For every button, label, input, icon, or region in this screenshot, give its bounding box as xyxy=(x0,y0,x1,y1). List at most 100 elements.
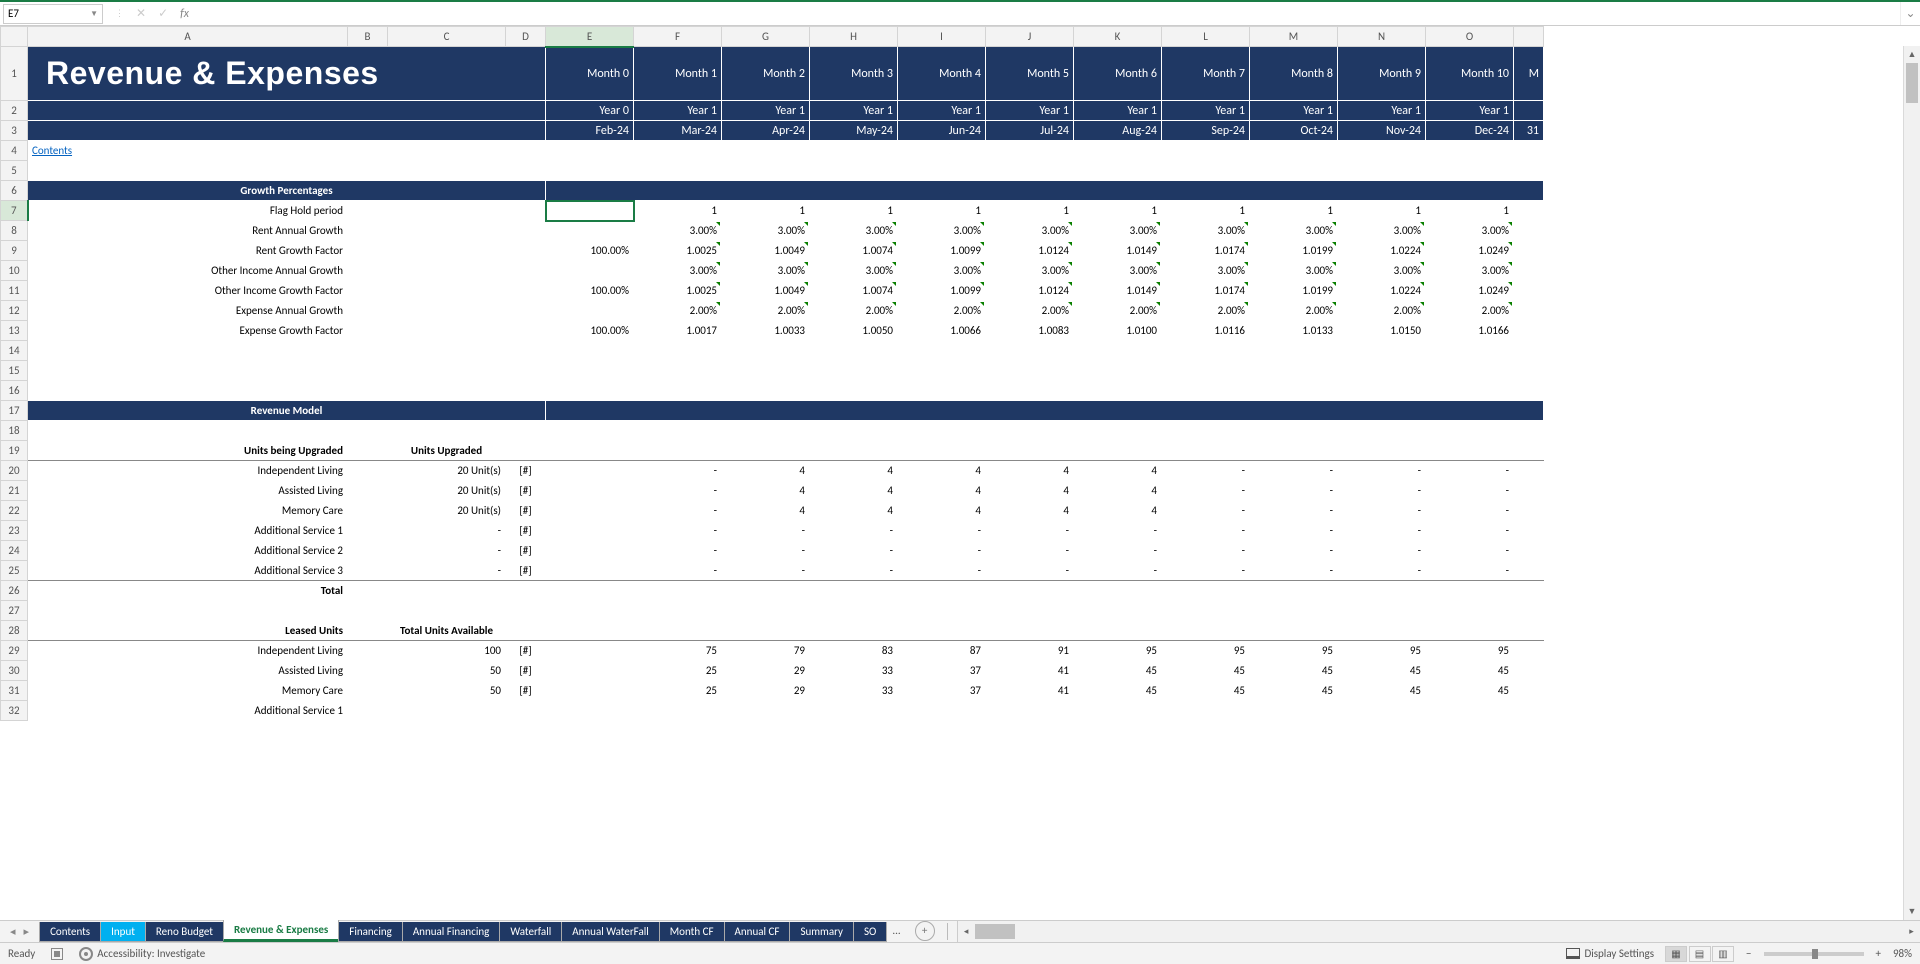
cell-I21[interactable]: 4 xyxy=(898,481,986,501)
cell-F30[interactable]: 25 xyxy=(634,661,722,681)
cell-O24[interactable]: - xyxy=(1426,541,1514,561)
cell-H12[interactable]: 2.00% xyxy=(810,301,898,321)
cell-H11[interactable]: 1.0074 xyxy=(810,281,898,301)
cell-H25[interactable]: - xyxy=(810,561,898,581)
column-header-L[interactable]: L xyxy=(1162,27,1250,47)
cell-M32[interactable] xyxy=(1250,701,1338,721)
cell-E30[interactable] xyxy=(546,661,634,681)
cell-J29[interactable]: 91 xyxy=(986,641,1074,661)
cell-M10[interactable]: 3.00% xyxy=(1250,261,1338,281)
cell-N10[interactable]: 3.00% xyxy=(1338,261,1426,281)
macro-record-icon[interactable] xyxy=(51,948,63,960)
cell-I30[interactable]: 37 xyxy=(898,661,986,681)
cell-E13[interactable]: 100.00% xyxy=(546,321,634,341)
zoom-slider[interactable] xyxy=(1764,952,1864,956)
row-header-29[interactable]: 29 xyxy=(1,641,28,661)
cell-M21[interactable]: - xyxy=(1250,481,1338,501)
cell-J21[interactable]: 4 xyxy=(986,481,1074,501)
cell-L23[interactable]: - xyxy=(1162,521,1250,541)
cell-F7[interactable]: 1 xyxy=(634,201,722,221)
cell-N7[interactable]: 1 xyxy=(1338,201,1426,221)
cell-G23[interactable]: - xyxy=(722,521,810,541)
cell-E23[interactable] xyxy=(546,521,634,541)
view-normal-icon[interactable]: ▦ xyxy=(1665,946,1687,962)
row-20-C[interactable]: 20 Unit(s) xyxy=(388,461,506,481)
row-header-30[interactable]: 30 xyxy=(1,661,28,681)
cell-H13[interactable]: 1.0050 xyxy=(810,321,898,341)
cell-N25[interactable]: - xyxy=(1338,561,1426,581)
row-header-3[interactable]: 3 xyxy=(1,121,28,141)
cell-O13[interactable]: 1.0166 xyxy=(1426,321,1514,341)
row-header-19[interactable]: 19 xyxy=(1,441,28,461)
cell-I10[interactable]: 3.00% xyxy=(898,261,986,281)
cell-E25[interactable] xyxy=(546,561,634,581)
row-header-6[interactable]: 6 xyxy=(1,181,28,201)
cell-I24[interactable]: - xyxy=(898,541,986,561)
row-23-C[interactable]: - xyxy=(388,521,506,541)
column-header-N[interactable]: N xyxy=(1338,27,1426,47)
row-header-4[interactable]: 4 xyxy=(1,141,28,161)
cell-I20[interactable]: 4 xyxy=(898,461,986,481)
cell-J13[interactable]: 1.0083 xyxy=(986,321,1074,341)
sheet-tab-annual-cf[interactable]: Annual CF xyxy=(724,922,791,942)
name-box-dropdown-icon[interactable]: ▼ xyxy=(90,9,98,19)
zoom-in-button[interactable]: + xyxy=(1876,947,1881,960)
spreadsheet-grid[interactable]: ABCDEFGHIJKLMNO 1Revenue & ExpensesMonth… xyxy=(0,26,1920,920)
cell-J30[interactable]: 41 xyxy=(986,661,1074,681)
cell-I23[interactable]: - xyxy=(898,521,986,541)
view-page-layout-icon[interactable]: ▤ xyxy=(1689,946,1711,962)
tab-overflow[interactable]: ... xyxy=(886,921,906,942)
cell-I13[interactable]: 1.0066 xyxy=(898,321,986,341)
cell-N20[interactable]: - xyxy=(1338,461,1426,481)
cell-O31[interactable]: 45 xyxy=(1426,681,1514,701)
tab-split-handle[interactable] xyxy=(947,923,953,940)
row-header-15[interactable]: 15 xyxy=(1,361,28,381)
cell-O11[interactable]: 1.0249 xyxy=(1426,281,1514,301)
cell-E10[interactable] xyxy=(546,261,634,281)
dropdown-icon[interactable]: ⋮ xyxy=(115,8,124,19)
cell-K8[interactable]: 3.00% xyxy=(1074,221,1162,241)
sheet-tab-revenue-expenses[interactable]: Revenue & Expenses xyxy=(223,920,339,942)
cell-E12[interactable] xyxy=(546,301,634,321)
cell-N31[interactable]: 45 xyxy=(1338,681,1426,701)
cell-K31[interactable]: 45 xyxy=(1074,681,1162,701)
cell-J31[interactable]: 41 xyxy=(986,681,1074,701)
sheet-tab-input[interactable]: Input xyxy=(100,922,146,942)
cell-G20[interactable]: 4 xyxy=(722,461,810,481)
cell-O22[interactable]: - xyxy=(1426,501,1514,521)
cell-L24[interactable]: - xyxy=(1162,541,1250,561)
column-header-A[interactable]: A xyxy=(28,27,348,47)
cell-K23[interactable]: - xyxy=(1074,521,1162,541)
row-header-2[interactable]: 2 xyxy=(1,101,28,121)
cell-E21[interactable] xyxy=(546,481,634,501)
row-header-13[interactable]: 13 xyxy=(1,321,28,341)
sheet-tab-so[interactable]: SO xyxy=(853,922,887,942)
sheet-tab-waterfall[interactable]: Waterfall xyxy=(499,922,562,942)
column-header-F[interactable]: F xyxy=(634,27,722,47)
cell-L29[interactable]: 95 xyxy=(1162,641,1250,661)
cell-F8[interactable]: 3.00% xyxy=(634,221,722,241)
cell-H23[interactable]: - xyxy=(810,521,898,541)
cell-H30[interactable]: 33 xyxy=(810,661,898,681)
row-header-10[interactable]: 10 xyxy=(1,261,28,281)
cell-H32[interactable] xyxy=(810,701,898,721)
cell-F10[interactable]: 3.00% xyxy=(634,261,722,281)
cell-I8[interactable]: 3.00% xyxy=(898,221,986,241)
cell-F31[interactable]: 25 xyxy=(634,681,722,701)
cell-G25[interactable]: - xyxy=(722,561,810,581)
cell-O8[interactable]: 3.00% xyxy=(1426,221,1514,241)
cell-N30[interactable]: 45 xyxy=(1338,661,1426,681)
cell-J24[interactable]: - xyxy=(986,541,1074,561)
row-30-C[interactable]: 50 xyxy=(388,661,506,681)
cell-E8[interactable] xyxy=(546,221,634,241)
cell-G32[interactable] xyxy=(722,701,810,721)
cell-F13[interactable]: 1.0017 xyxy=(634,321,722,341)
column-header-H[interactable]: H xyxy=(810,27,898,47)
cell-K13[interactable]: 1.0100 xyxy=(1074,321,1162,341)
accessibility-icon[interactable] xyxy=(79,947,93,961)
cell-J22[interactable]: 4 xyxy=(986,501,1074,521)
row-29-C[interactable]: 100 xyxy=(388,641,506,661)
cell-L32[interactable] xyxy=(1162,701,1250,721)
scroll-left-icon[interactable]: ◂ xyxy=(958,926,975,937)
cell-H29[interactable]: 83 xyxy=(810,641,898,661)
